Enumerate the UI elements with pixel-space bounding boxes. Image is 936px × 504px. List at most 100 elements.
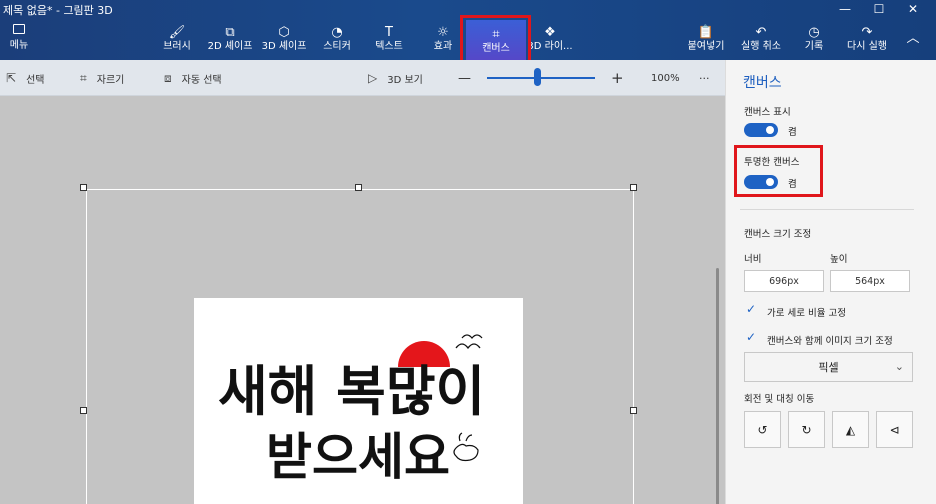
width-input[interactable]: 696px — [744, 270, 824, 292]
magic-select-button[interactable]: ⧈ 자동 선택 — [164, 60, 222, 96]
toggle-knob — [766, 126, 774, 134]
rabbit-doodle — [453, 432, 479, 462]
panel-title: 캔버스 — [743, 75, 782, 91]
flip-vertical-button[interactable]: ⊲ — [876, 411, 913, 448]
tool-text[interactable]: T 텍스트 — [372, 24, 406, 58]
undo-label: 실행 취소 — [741, 41, 781, 52]
chevron-up-icon: ︿ — [906, 31, 920, 46]
tool-2d-shapes-label: 2D 셰이프 — [207, 41, 253, 52]
show-canvas-label: 캔버스 표시 — [744, 107, 791, 118]
select-label: 선택 — [26, 74, 45, 86]
select-button[interactable]: ⇱ 선택 — [6, 60, 44, 96]
view-3d-icon: ▷ — [368, 71, 378, 85]
crop-icon: ⌗ — [80, 70, 87, 85]
redo-button[interactable]: ↷ 다시 실행 — [844, 24, 890, 58]
zoom-level[interactable]: 100% — [651, 60, 680, 96]
tool-3d-library-label: 3D 라이... — [527, 41, 573, 52]
bird-1 — [455, 343, 481, 350]
tool-3d-shapes-label: 3D 셰이프 — [261, 41, 307, 52]
more-options-button[interactable]: ··· — [699, 60, 710, 96]
height-label: 높이 — [830, 254, 848, 265]
sticker-icon: ◔ — [331, 25, 343, 40]
unit-dropdown[interactable]: 픽셀 ⌄ — [744, 352, 913, 382]
vertical-scrollbar[interactable] — [716, 268, 719, 504]
view-3d-button[interactable]: ▷ 3D 보기 — [368, 60, 423, 96]
redo-icon: ↷ — [861, 25, 873, 40]
history-icon: ◷ — [808, 25, 820, 40]
lock-ratio-label: 가로 세로 비율 고정 — [767, 308, 846, 319]
resize-handle-top-left[interactable] — [80, 184, 87, 191]
window-title: 제목 없음* - 그림판 3D — [3, 4, 113, 17]
tool-3d-shapes[interactable]: ⬡ 3D 셰이프 — [260, 24, 308, 58]
minimize-button[interactable]: — — [828, 0, 862, 18]
zoom-slider-thumb[interactable] — [534, 68, 542, 86]
paste-button[interactable]: 📋 붙여넣기 — [686, 24, 726, 58]
unit-value: 픽셀 — [818, 361, 839, 374]
resize-image-checkbox[interactable]: ✓ — [746, 330, 756, 344]
tool-stickers[interactable]: ◔ 스티커 — [320, 24, 354, 58]
highlight-transparent-canvas — [734, 145, 823, 197]
sun-icon: ☼ — [437, 25, 449, 40]
rotate-left-button[interactable]: ↺ — [744, 411, 781, 448]
resize-handle-top[interactable] — [355, 184, 362, 191]
crop-button[interactable]: ⌗ 자르기 — [80, 60, 124, 96]
tool-text-label: 텍스트 — [375, 41, 403, 52]
view-3d-label: 3D 보기 — [387, 74, 423, 86]
tool-brush-label: 브러시 — [163, 41, 191, 52]
chevron-down-icon: ⌄ — [894, 360, 904, 373]
tool-stickers-label: 스티커 — [323, 41, 351, 52]
resize-handle-right[interactable] — [630, 407, 637, 414]
shapes-2d-icon: ⧉ — [225, 25, 235, 40]
show-canvas-state: 켬 — [788, 127, 797, 138]
close-button[interactable]: ✕ — [896, 0, 930, 18]
magic-select-icon: ⧈ — [164, 70, 172, 85]
flip-horizontal-icon: ◭ — [845, 422, 856, 437]
new-year-calligraphy: 새해 복많이 받으세요 — [218, 334, 485, 486]
cube-icon: ⬡ — [278, 25, 290, 40]
tool-brush[interactable]: 🖌 브러시 — [162, 24, 192, 58]
rotate-left-icon: ↺ — [757, 422, 768, 437]
history-label: 기록 — [804, 41, 824, 52]
menu-label: 메뉴 — [9, 40, 29, 51]
show-canvas-toggle[interactable] — [744, 123, 778, 137]
brush-icon: 🖌 — [168, 25, 186, 40]
library-3d-icon: ❖ — [544, 25, 556, 40]
resize-section-title: 캔버스 크기 조정 — [744, 229, 812, 240]
width-label: 너비 — [744, 254, 762, 265]
tool-effects[interactable]: ☼ 효과 — [428, 24, 458, 58]
bird-2 — [461, 334, 483, 340]
flip-vertical-icon: ⊲ — [889, 422, 900, 437]
paste-label: 붙여넣기 — [687, 41, 725, 52]
secondary-toolbar: ⇱ 선택 ⌗ 자르기 ⧈ 자동 선택 ▷ 3D 보기 — + 100% ··· — [0, 60, 725, 96]
magic-select-label: 자동 선택 — [181, 74, 222, 86]
canvas-panel: 캔버스 캔버스 표시 켬 투명한 캔버스 켬 캔버스 크기 조정 너비 높이 6… — [725, 60, 936, 504]
text-icon: T — [385, 25, 393, 40]
maximize-button[interactable]: ☐ — [862, 0, 896, 18]
tool-3d-library[interactable]: ❖ 3D 라이... — [527, 24, 573, 58]
zoom-in-button[interactable]: + — [611, 60, 624, 96]
rotate-right-icon: ↻ — [801, 422, 812, 437]
resize-image-label: 캔버스와 함께 이미지 크기 조정 — [767, 336, 893, 347]
calligraphy-line-1: 새해 복많이 — [218, 360, 485, 423]
folder-icon — [13, 24, 25, 34]
redo-label: 다시 실행 — [847, 41, 887, 52]
collapse-ribbon-button[interactable]: ︿ — [904, 30, 922, 64]
tool-effects-label: 효과 — [433, 41, 453, 52]
menu-button[interactable]: 메뉴 — [4, 24, 34, 56]
flip-horizontal-button[interactable]: ◭ — [832, 411, 869, 448]
tool-2d-shapes[interactable]: ⧉ 2D 셰이프 — [206, 24, 254, 58]
zoom-out-button[interactable]: — — [458, 60, 471, 96]
undo-button[interactable]: ↶ 실행 취소 — [738, 24, 784, 58]
panel-divider — [740, 209, 914, 210]
lock-ratio-checkbox[interactable]: ✓ — [746, 302, 756, 316]
cursor-icon: ⇱ — [6, 71, 17, 85]
crop-label: 자르기 — [96, 74, 125, 86]
paste-icon: 📋 — [697, 25, 715, 40]
height-input[interactable]: 564px — [830, 270, 910, 292]
history-button[interactable]: ◷ 기록 — [800, 24, 828, 58]
undo-icon: ↶ — [755, 25, 767, 40]
resize-handle-left[interactable] — [80, 407, 87, 414]
calligraphy-line-2: 받으세요 — [266, 428, 450, 486]
resize-handle-top-right[interactable] — [630, 184, 637, 191]
rotate-right-button[interactable]: ↻ — [788, 411, 825, 448]
